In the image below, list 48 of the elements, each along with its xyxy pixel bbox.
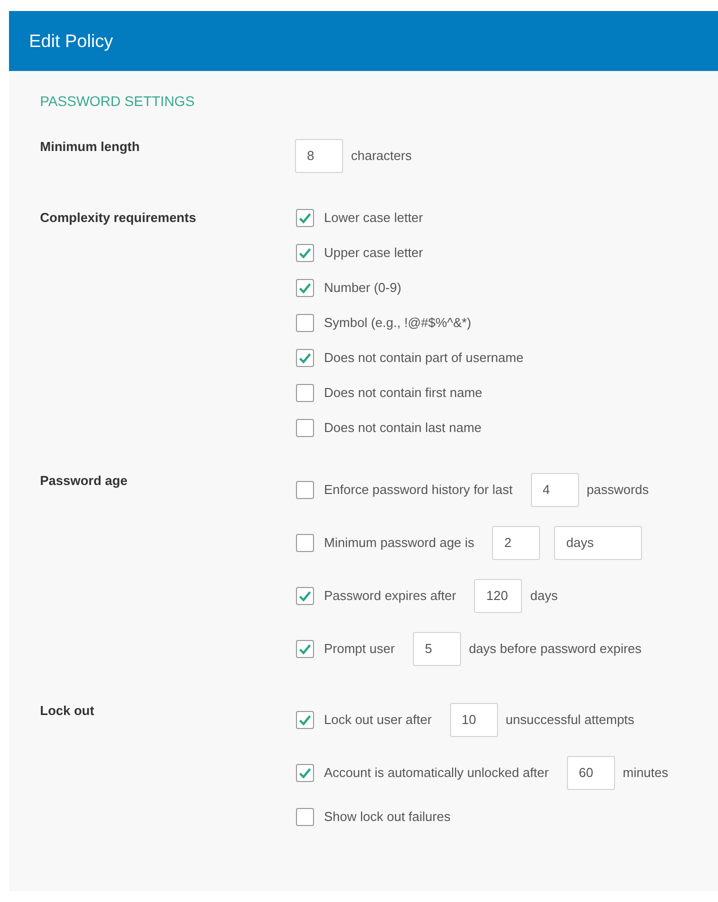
checkbox[interactable] bbox=[296, 208, 314, 226]
number-field[interactable]: 8 bbox=[295, 138, 343, 172]
checkbox[interactable] bbox=[296, 418, 314, 436]
unit-label: days before password expires bbox=[468, 640, 642, 658]
unit-label: minutes bbox=[622, 764, 668, 782]
section-title: PASSWORD SETTINGS bbox=[40, 93, 196, 109]
setting-label: Lock out bbox=[40, 702, 96, 720]
number-field[interactable]: 60 bbox=[566, 756, 615, 790]
setting-label: Minimum length bbox=[40, 138, 141, 156]
checkbox-label: Prompt user bbox=[324, 640, 395, 658]
unit-label: passwords bbox=[586, 480, 649, 499]
checkbox[interactable] bbox=[296, 808, 314, 826]
unit-label: characters bbox=[351, 146, 412, 164]
checkbox[interactable] bbox=[296, 348, 314, 366]
unit-label: days bbox=[530, 586, 558, 605]
checkbox-label: Lock out user after bbox=[324, 710, 432, 728]
checkbox[interactable] bbox=[296, 480, 314, 498]
checkbox[interactable] bbox=[296, 314, 314, 332]
checkbox[interactable] bbox=[296, 384, 314, 402]
checkbox-label: Upper case letter bbox=[324, 244, 423, 262]
unit-label: unsuccessful attempts bbox=[506, 710, 634, 729]
number-field[interactable]: 2 bbox=[492, 526, 540, 560]
checkbox[interactable] bbox=[296, 640, 314, 658]
checkbox-label: Symbol (e.g., !@#$%^&*) bbox=[324, 314, 472, 332]
dialog-title: Edit Policy bbox=[29, 30, 114, 52]
unit-dropdown[interactable]: days bbox=[554, 526, 642, 560]
checkbox-label: Enforce password history for last bbox=[324, 480, 513, 499]
checkbox-label: Number (0-9) bbox=[324, 278, 402, 297]
checkbox-label: Password expires after bbox=[324, 586, 456, 605]
checkbox-label: Show lock out failures bbox=[324, 808, 450, 826]
checkbox-label: Does not contain part of username bbox=[324, 348, 524, 367]
checkbox-label: Minimum password age is bbox=[324, 534, 474, 552]
setting-label: Password age bbox=[40, 472, 128, 490]
checkbox-label: Does not contain last name bbox=[324, 418, 482, 436]
number-field[interactable]: 120 bbox=[474, 578, 522, 612]
checkbox-label: Account is automatically unlocked after bbox=[324, 764, 549, 782]
number-field[interactable]: 10 bbox=[450, 702, 498, 736]
checkbox[interactable] bbox=[296, 764, 314, 782]
number-field[interactable]: 4 bbox=[530, 472, 579, 506]
checkbox-label: Does not contain first name bbox=[324, 384, 482, 402]
checkbox[interactable] bbox=[296, 586, 314, 604]
checkbox-label: Lower case letter bbox=[324, 208, 423, 226]
checkbox[interactable] bbox=[296, 710, 314, 728]
number-field[interactable]: 5 bbox=[412, 632, 461, 666]
checkbox[interactable] bbox=[296, 278, 314, 296]
setting-label: Complexity requirements bbox=[40, 209, 198, 227]
checkbox[interactable] bbox=[296, 534, 314, 552]
checkbox[interactable] bbox=[296, 244, 314, 262]
